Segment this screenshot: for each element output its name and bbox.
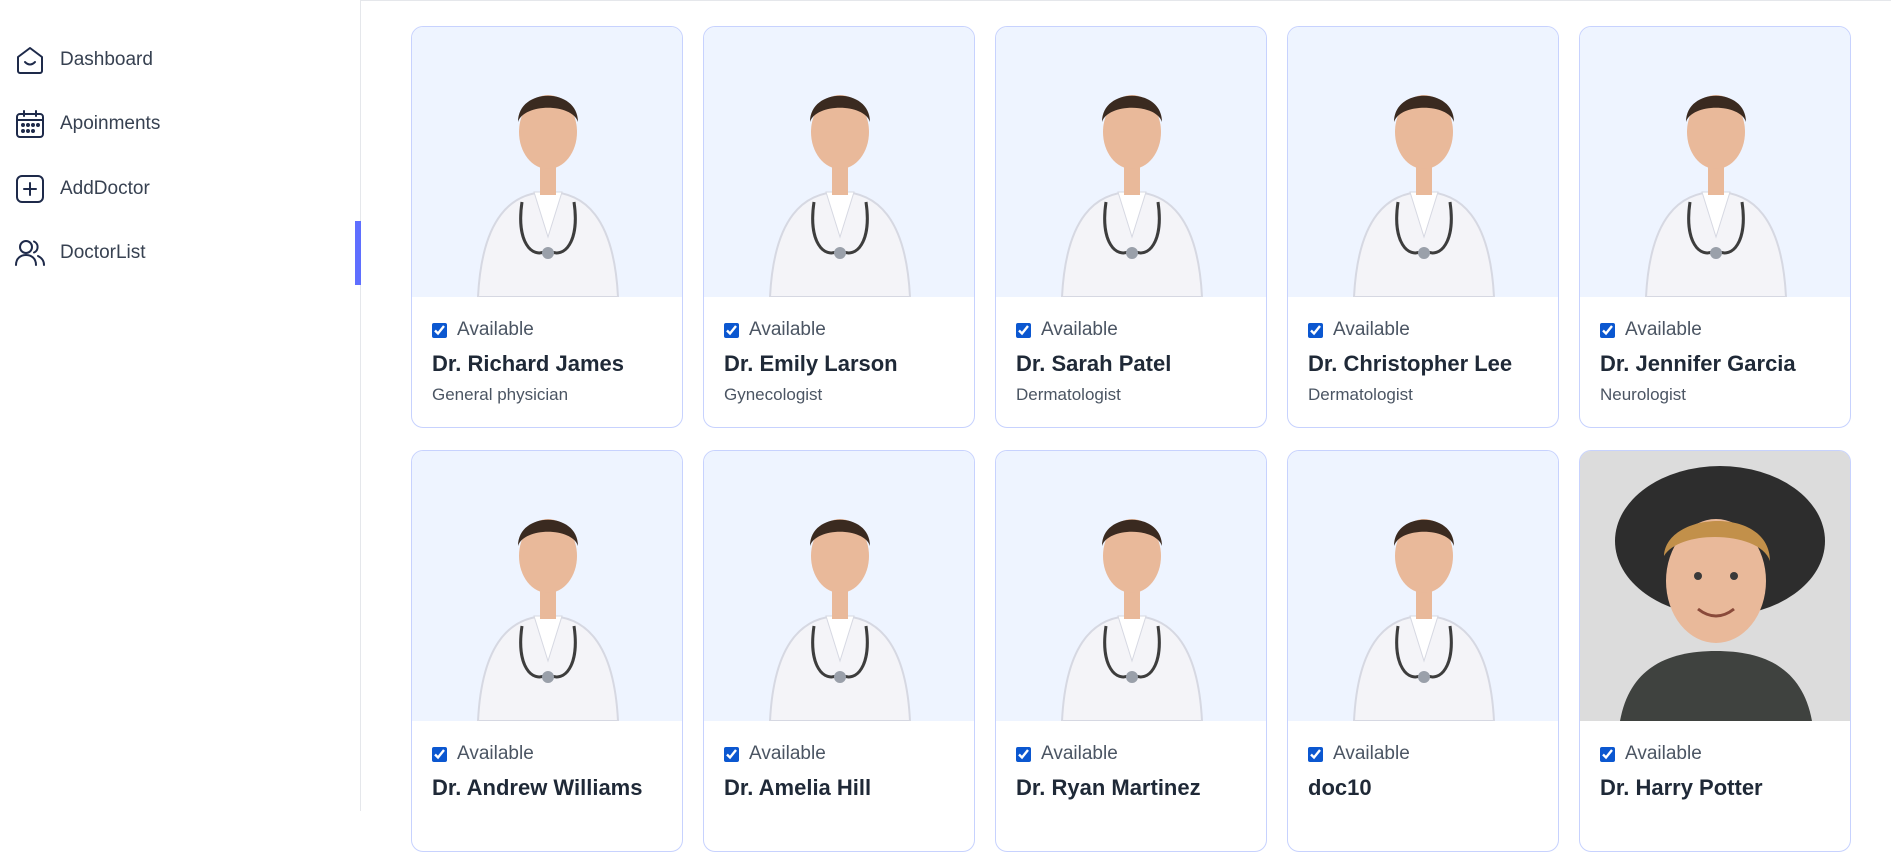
availability-row: Available <box>724 743 954 765</box>
sidebar-item-label: Dashboard <box>60 49 153 70</box>
availability-label: Available <box>749 319 826 340</box>
people-icon <box>14 237 46 269</box>
availability-row: Available <box>432 743 662 765</box>
doctor-card[interactable]: Available Dr. Harry Potter <box>1579 450 1851 852</box>
sidebar-item-dashboard[interactable]: Dashboard <box>0 28 361 92</box>
doctor-info: Available Dr. Amelia Hill <box>704 721 974 801</box>
sidebar-item-add-doctor[interactable]: AddDoctor <box>0 157 361 221</box>
availability-checkbox[interactable] <box>1600 746 1615 762</box>
availability-checkbox[interactable] <box>1600 322 1615 338</box>
doctor-speciality: General physician <box>432 385 569 404</box>
availability-label: Available <box>1333 319 1410 340</box>
availability-label: Available <box>1625 743 1702 764</box>
doctor-card[interactable]: Available Dr. Jennifer Garcia Neurologist <box>1579 26 1851 428</box>
availability-label: Available <box>1333 743 1410 764</box>
availability-checkbox[interactable] <box>724 746 739 762</box>
availability-row: Available <box>724 319 954 341</box>
doctor-speciality: Gynecologist <box>724 385 823 404</box>
doctor-photo <box>704 27 974 297</box>
doctor-info: Available Dr. Christopher Lee Dermatologis… <box>1288 297 1558 405</box>
calendar-icon <box>14 108 46 140</box>
availability-row: Available <box>1308 319 1538 341</box>
doctor-list: Available Dr. Richard James General physic… <box>411 26 1861 852</box>
doctor-name: Dr. Ryan Martinez <box>1016 775 1201 800</box>
doctor-name: Dr. Richard James <box>432 351 624 376</box>
doctor-photo <box>1580 27 1850 297</box>
sidebar-item-appointments[interactable]: Apoinments <box>0 92 361 156</box>
doctor-card[interactable]: Available doc10 <box>1287 450 1559 852</box>
doctor-photo <box>1288 451 1558 721</box>
doctor-name: Dr. Sarah Patel <box>1016 351 1172 376</box>
doctor-info: Available Dr. Andrew Williams <box>412 721 682 801</box>
doctor-info: Available doc10 <box>1288 721 1558 801</box>
availability-checkbox[interactable] <box>724 322 739 338</box>
doctor-card[interactable]: Available Dr. Christopher Lee Dermatologis… <box>1287 26 1559 428</box>
availability-checkbox[interactable] <box>1016 322 1031 338</box>
doctor-info: Available Dr. Jennifer Garcia Neurologist <box>1580 297 1850 405</box>
doctor-card[interactable]: Available Dr. Richard James General physic… <box>411 26 683 428</box>
doctor-photo <box>704 451 974 721</box>
availability-row: Available <box>1016 319 1246 341</box>
doctor-name: Dr. Christopher Lee <box>1308 351 1513 376</box>
doctor-speciality: Dermatologist <box>1016 385 1121 404</box>
doctor-photo <box>1288 27 1558 297</box>
doctor-photo <box>412 27 682 297</box>
doctor-name: Dr. Jennifer Garcia <box>1600 351 1796 376</box>
sidebar-item-label: DoctorList <box>60 242 146 263</box>
doctor-speciality: Dermatologist <box>1308 385 1413 404</box>
sidebar: Dashboard Apoinments AddDoctor DoctorLis… <box>0 0 361 811</box>
doctor-card[interactable]: Available Dr. Andrew Williams <box>411 450 683 852</box>
availability-checkbox[interactable] <box>1308 322 1323 338</box>
doctor-card[interactable]: Available Dr. Emily Larson Gynecologist <box>703 26 975 428</box>
availability-label: Available <box>457 743 534 764</box>
doctor-photo <box>412 451 682 721</box>
doctor-name: Dr. Emily Larson <box>724 351 898 376</box>
doctor-card[interactable]: Available Dr. Ryan Martinez <box>995 450 1267 852</box>
availability-checkbox[interactable] <box>432 322 447 338</box>
doctor-info: Available Dr. Harry Potter <box>1580 721 1850 801</box>
doctor-name: doc10 <box>1308 775 1372 800</box>
doctor-photo <box>996 451 1266 721</box>
doctor-info: Available Dr. Sarah Patel Dermatologist <box>996 297 1266 405</box>
availability-row: Available <box>1600 743 1830 765</box>
sidebar-item-label: Apoinments <box>60 113 161 134</box>
availability-row: Available <box>1016 743 1246 765</box>
availability-label: Available <box>457 319 534 340</box>
doctor-info: Available Dr. Ryan Martinez <box>996 721 1266 801</box>
add-icon <box>14 173 46 205</box>
doctor-card[interactable]: Available Dr. Sarah Patel Dermatologist <box>995 26 1267 428</box>
header-divider <box>361 0 1891 1</box>
availability-label: Available <box>1625 319 1702 340</box>
doctor-name: Dr. Andrew Williams <box>432 775 643 800</box>
doctor-info: Available Dr. Richard James General physic… <box>412 297 682 405</box>
availability-checkbox[interactable] <box>1016 746 1031 762</box>
availability-row: Available <box>1600 319 1830 341</box>
doctor-name: Dr. Harry Potter <box>1600 775 1763 800</box>
doctor-card[interactable]: Available Dr. Amelia Hill <box>703 450 975 852</box>
doctor-speciality: Neurologist <box>1600 385 1686 404</box>
availability-label: Available <box>749 743 826 764</box>
home-icon <box>14 44 46 76</box>
doctor-info: Available Dr. Emily Larson Gynecologist <box>704 297 974 405</box>
availability-checkbox[interactable] <box>432 746 447 762</box>
doctor-name: Dr. Amelia Hill <box>724 775 872 800</box>
sidebar-item-label: AddDoctor <box>60 178 150 199</box>
doctor-photo <box>996 27 1266 297</box>
availability-row: Available <box>432 319 662 341</box>
availability-label: Available <box>1041 743 1118 764</box>
availability-label: Available <box>1041 319 1118 340</box>
sidebar-item-doctor-list[interactable]: DoctorList <box>0 221 361 285</box>
person-photo <box>1580 451 1850 721</box>
availability-row: Available <box>1308 743 1538 765</box>
availability-checkbox[interactable] <box>1308 746 1323 762</box>
